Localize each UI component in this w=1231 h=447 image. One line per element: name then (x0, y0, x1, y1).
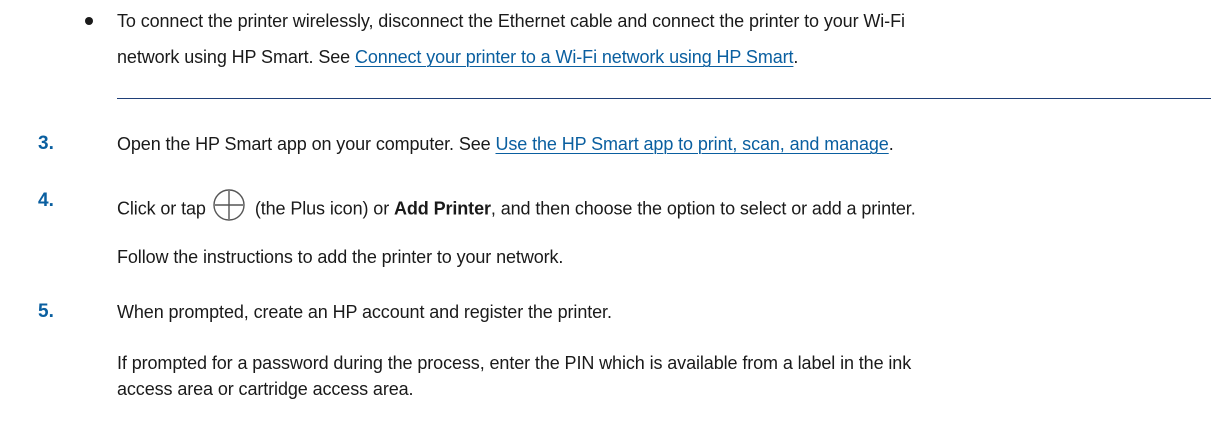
step-4-text: Click or tap (the Plus icon) or Add Print… (117, 188, 916, 229)
section-divider (117, 98, 1211, 99)
hp-smart-app-link[interactable]: Use the HP Smart app to print, scan, and… (496, 134, 889, 154)
step-3-number: 3. (38, 133, 54, 154)
add-printer-label: Add Printer (393, 198, 491, 219)
wifi-connect-link[interactable]: Connect your printer to a Wi-Fi network … (355, 47, 794, 67)
bullet-line-2-suffix: . (793, 47, 799, 67)
step-5-note-line-2: access area or cartridge access area. (117, 379, 414, 399)
bullet-line-1: To connect the printer wirelessly, disco… (117, 11, 905, 31)
step-4-prefix: Click or tap (117, 198, 206, 219)
plus-circle-icon (212, 188, 246, 227)
step-4-middle: (the Plus icon) or (254, 198, 394, 219)
bullet-line-2: network using HP Smart. See Connect your… (117, 46, 798, 68)
bullet-line-2-prefix: network using HP Smart. See (117, 47, 355, 67)
step-4-suffix: , and then choose the option to select o… (490, 198, 916, 219)
step-5-text: When prompted, create an HP account and … (117, 302, 612, 322)
bullet-dot (85, 17, 93, 25)
step-5-number: 5. (38, 301, 54, 322)
step-3-suffix: . (888, 134, 894, 154)
step-4-number: 4. (38, 190, 54, 211)
step-5-note-line-1: If prompted for a password during the pr… (117, 353, 912, 373)
step-3-prefix: Open the HP Smart app on your computer. … (117, 134, 496, 154)
step-3-text: Open the HP Smart app on your computer. … (117, 133, 894, 155)
step-4-follow-text: Follow the instructions to add the print… (117, 247, 564, 267)
